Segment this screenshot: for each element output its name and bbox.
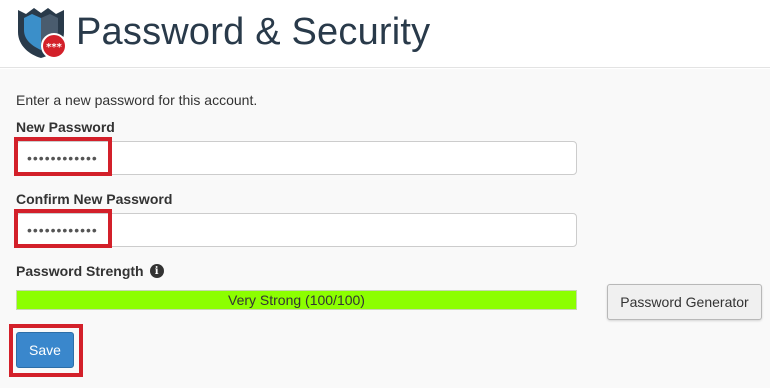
page-title: Password & Security: [76, 11, 431, 53]
new-password-label: New Password: [16, 119, 115, 135]
password-strength-meter: Very Strong (100/100): [16, 290, 577, 310]
strength-text: Very Strong (100/100): [228, 292, 365, 308]
password-strength-label: Password Strength: [16, 263, 144, 279]
confirm-password-label: Confirm New Password: [16, 191, 173, 207]
confirm-password-highlight: [14, 209, 112, 248]
password-form: Enter a new password for this account. N…: [0, 69, 770, 388]
password-strength-label-row: Password Strength i: [16, 263, 164, 279]
new-password-highlight: [14, 137, 112, 176]
shield-icon: ***: [18, 8, 67, 59]
logo-badge-text: ***: [46, 42, 62, 53]
intro-text: Enter a new password for this account.: [16, 92, 258, 108]
save-highlight: [9, 324, 83, 377]
info-icon[interactable]: i: [149, 264, 164, 278]
password-generator-button[interactable]: Password Generator: [607, 284, 762, 320]
page-header: *** Password & Security: [0, 0, 770, 68]
